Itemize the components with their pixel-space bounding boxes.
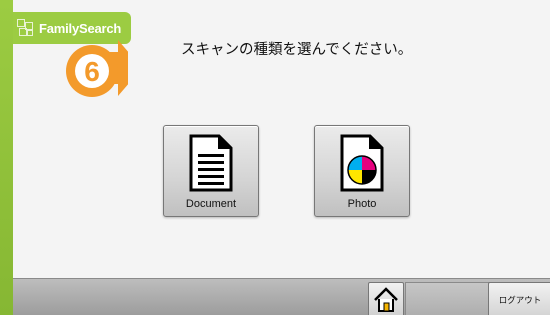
- photo-icon: [340, 134, 384, 192]
- photo-scan-button[interactable]: Photo: [314, 125, 410, 217]
- photo-button-label: Photo: [347, 198, 377, 210]
- document-button-label: Document: [185, 198, 237, 210]
- step-badge: 6: [66, 40, 128, 97]
- bottom-toolbar: ログアウト: [13, 278, 550, 315]
- document-icon: [189, 134, 233, 192]
- logout-button[interactable]: ログアウト: [488, 282, 550, 315]
- step-number: 6: [84, 56, 100, 87]
- logo-text: FamilySearch: [39, 20, 122, 36]
- home-button[interactable]: [368, 282, 404, 315]
- home-icon: [374, 287, 398, 312]
- left-accent-strip: [0, 0, 13, 315]
- familysearch-tree-icon: [15, 18, 35, 38]
- logout-button-label: ログアウト: [498, 296, 542, 306]
- document-scan-button[interactable]: Document: [163, 125, 259, 217]
- toolbar-spacer: [405, 282, 491, 315]
- scan-type-prompt: スキャンの種類を選んでください。: [181, 42, 413, 58]
